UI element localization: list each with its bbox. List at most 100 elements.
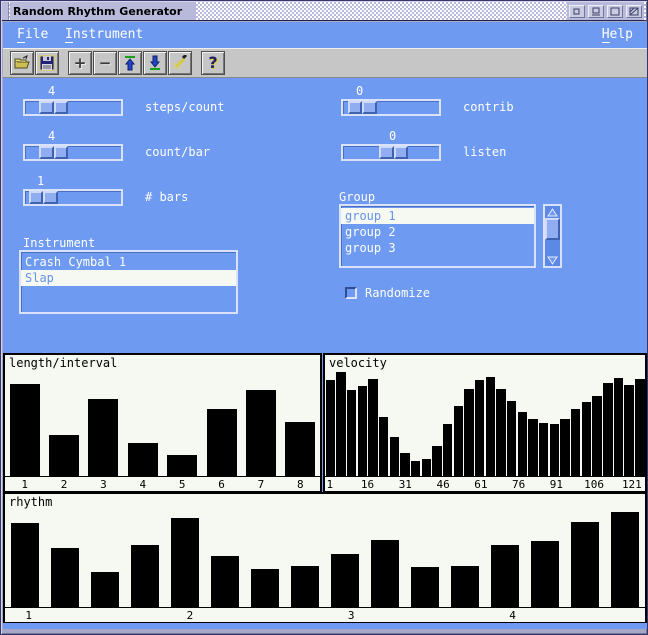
- bar[interactable]: [84, 355, 123, 476]
- list-item[interactable]: group 2: [341, 224, 534, 240]
- bar[interactable]: [5, 355, 44, 476]
- bar[interactable]: [570, 355, 581, 476]
- listen-slider[interactable]: [341, 144, 441, 161]
- bar[interactable]: [389, 355, 400, 476]
- list-item[interactable]: Slap: [21, 270, 236, 286]
- bar[interactable]: [205, 494, 245, 607]
- bar[interactable]: [592, 355, 603, 476]
- length-interval-plot[interactable]: [5, 355, 320, 476]
- bar[interactable]: [538, 355, 549, 476]
- bar[interactable]: [5, 494, 45, 607]
- bar[interactable]: [410, 355, 421, 476]
- open-button[interactable]: [10, 51, 34, 75]
- edit-button[interactable]: [168, 51, 192, 75]
- bar[interactable]: [453, 355, 464, 476]
- iconify-button[interactable]: [588, 5, 604, 18]
- list-item[interactable]: group 1: [341, 208, 534, 224]
- bar[interactable]: [125, 494, 165, 607]
- bar[interactable]: [560, 355, 571, 476]
- bar[interactable]: [549, 355, 560, 476]
- bar[interactable]: [85, 494, 125, 607]
- add-button[interactable]: +: [68, 51, 92, 75]
- save-button[interactable]: [35, 51, 59, 75]
- bar[interactable]: [123, 355, 162, 476]
- bar[interactable]: [506, 355, 517, 476]
- bar[interactable]: [445, 494, 485, 607]
- slider-thumb[interactable]: [39, 101, 68, 114]
- instrument-list[interactable]: Crash Cymbal 1Slap: [19, 250, 238, 314]
- slider-thumb[interactable]: [348, 101, 377, 114]
- window-content: File Instrument Help: [3, 22, 647, 629]
- bar[interactable]: [400, 355, 411, 476]
- bar[interactable]: [525, 494, 565, 607]
- bar[interactable]: [44, 355, 83, 476]
- close-button[interactable]: [626, 5, 642, 18]
- x-tick-label: 5: [179, 478, 186, 491]
- bar[interactable]: [165, 494, 205, 607]
- slider-thumb[interactable]: [379, 146, 408, 159]
- bar[interactable]: [163, 355, 202, 476]
- bar[interactable]: [602, 355, 613, 476]
- titlebar[interactable]: Random Rhythm Generator: [2, 2, 646, 21]
- bar[interactable]: [346, 355, 357, 476]
- contrib-slider[interactable]: [341, 99, 441, 116]
- bar[interactable]: [245, 494, 285, 607]
- bar[interactable]: [45, 494, 85, 607]
- slider-thumb[interactable]: [29, 191, 58, 204]
- maximize-button[interactable]: [607, 5, 623, 18]
- bar[interactable]: [432, 355, 443, 476]
- group-scrollbar[interactable]: [543, 204, 562, 268]
- menu-instrument[interactable]: Instrument: [65, 27, 143, 43]
- menu-file[interactable]: File: [17, 27, 48, 43]
- bar[interactable]: [378, 355, 389, 476]
- bar[interactable]: [365, 494, 405, 607]
- scroll-up-button[interactable]: [545, 206, 560, 218]
- bar[interactable]: [474, 355, 485, 476]
- menu-help[interactable]: Help: [602, 27, 633, 43]
- bar[interactable]: [325, 355, 336, 476]
- bar[interactable]: [325, 494, 365, 607]
- x-axis: 1234: [5, 607, 645, 622]
- steps-count-slider[interactable]: [23, 99, 123, 116]
- bar[interactable]: [281, 355, 320, 476]
- move-down-button[interactable]: [143, 51, 167, 75]
- bar[interactable]: [624, 355, 635, 476]
- bar[interactable]: [442, 355, 453, 476]
- remove-button[interactable]: −: [93, 51, 117, 75]
- bar[interactable]: [581, 355, 592, 476]
- count-bar-slider[interactable]: [23, 144, 123, 161]
- bar[interactable]: [605, 494, 645, 607]
- bar[interactable]: [464, 355, 475, 476]
- randomize-checkbox[interactable]: [345, 287, 357, 299]
- bar[interactable]: [528, 355, 539, 476]
- scrollbar-thumb[interactable]: [545, 218, 560, 240]
- minus-icon: −: [99, 56, 112, 71]
- list-item[interactable]: group 3: [341, 240, 534, 256]
- group-list[interactable]: group 1group 2group 3: [339, 204, 536, 268]
- num-bars-slider[interactable]: [23, 189, 123, 206]
- bar[interactable]: [405, 494, 445, 607]
- bar[interactable]: [421, 355, 432, 476]
- bar[interactable]: [634, 355, 645, 476]
- list-item[interactable]: Crash Cymbal 1: [21, 254, 236, 270]
- bar[interactable]: [517, 355, 528, 476]
- rhythm-plot[interactable]: [5, 494, 645, 607]
- bar[interactable]: [485, 494, 525, 607]
- bar[interactable]: [357, 355, 368, 476]
- window-menu-button[interactable]: [569, 5, 585, 18]
- bar[interactable]: [613, 355, 624, 476]
- bar[interactable]: [485, 355, 496, 476]
- bar[interactable]: [336, 355, 347, 476]
- help-button[interactable]: ?: [201, 51, 225, 75]
- velocity-plot[interactable]: [325, 355, 645, 476]
- bar[interactable]: [565, 494, 605, 607]
- bar[interactable]: [202, 355, 241, 476]
- x-axis: 12345678: [5, 476, 320, 491]
- slider-thumb[interactable]: [39, 146, 68, 159]
- bar[interactable]: [368, 355, 379, 476]
- bar[interactable]: [496, 355, 507, 476]
- scroll-down-button[interactable]: [545, 254, 560, 266]
- bar[interactable]: [241, 355, 280, 476]
- move-up-button[interactable]: [118, 51, 142, 75]
- bar[interactable]: [285, 494, 325, 607]
